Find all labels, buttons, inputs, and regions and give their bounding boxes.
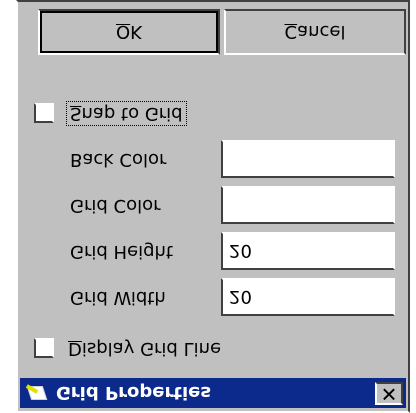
close-icon: ✕ xyxy=(380,382,398,406)
snap-to-grid-label: Snap to Grid xyxy=(66,101,187,126)
ok-access-key: O xyxy=(116,21,131,43)
ok-button[interactable]: OK xyxy=(38,9,220,55)
grid-width-input[interactable] xyxy=(221,278,395,316)
title-bar[interactable]: Grid Properties ✕ xyxy=(20,378,406,408)
back-color-label: Back Color xyxy=(70,149,167,170)
back-color-field[interactable] xyxy=(221,140,395,178)
snap-to-grid-checkbox[interactable] xyxy=(34,103,54,124)
grid-properties-icon xyxy=(25,384,48,402)
grid-height-input[interactable] xyxy=(221,232,395,270)
snap-to-grid-row[interactable]: Snap to Grid xyxy=(34,101,187,126)
grid-properties-dialog: Grid Properties ✕ Display Grid Line Grid… xyxy=(16,0,410,413)
dialog-frame: Grid Properties ✕ Display Grid Line Grid… xyxy=(16,0,410,413)
grid-color-label: Grid Color xyxy=(70,195,161,216)
ok-label: K xyxy=(130,21,142,43)
display-grid-lines-checkbox[interactable] xyxy=(34,338,54,359)
display-grid-lines-label: Display Grid Line xyxy=(68,338,222,359)
close-button[interactable]: ✕ xyxy=(375,382,403,406)
grid-height-label: Grid Height xyxy=(70,241,173,262)
grid-color-field[interactable] xyxy=(221,186,395,224)
grid-width-label: Grid Width xyxy=(70,287,166,308)
display-grid-lines-row[interactable]: Display Grid Line xyxy=(34,338,221,359)
cancel-button[interactable]: Cancel xyxy=(224,9,406,55)
cancel-access-key: C xyxy=(284,21,298,43)
cancel-label: ancel xyxy=(297,21,346,43)
dialog-title: Grid Properties xyxy=(56,382,212,404)
